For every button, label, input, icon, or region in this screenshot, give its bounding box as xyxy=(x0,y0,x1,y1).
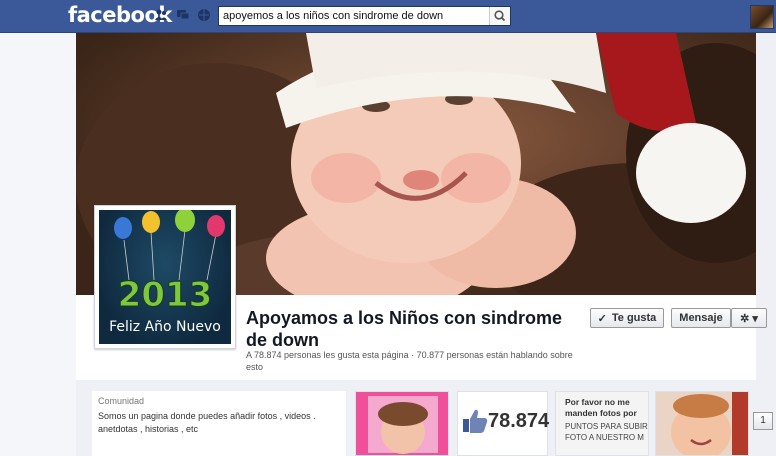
profile-picture[interactable]: 2013 Feliz Año Nuevo xyxy=(94,205,236,349)
friend-requests-icon[interactable] xyxy=(154,8,168,22)
photos-thumbnail xyxy=(356,392,448,455)
notifications-icon[interactable] xyxy=(197,8,211,22)
search-box xyxy=(218,6,511,26)
chevron-down-icon: ▾ xyxy=(752,312,758,325)
about-box: Comunidad Somos un pagina donde puedes a… xyxy=(92,391,346,456)
message-button[interactable]: Mensaje xyxy=(671,308,731,328)
settings-button[interactable]: ✲ ▾ xyxy=(731,308,767,328)
profile-year: 2013 xyxy=(118,275,213,315)
like-button-label: Te gusta xyxy=(611,312,657,324)
search-button[interactable] xyxy=(489,7,510,25)
search-icon xyxy=(494,10,506,22)
like-button[interactable]: ✓ Te gusta xyxy=(590,308,664,328)
likes-count: 78.874 xyxy=(488,410,550,432)
page-title: Apoyamos a los Niños con sindrome de dow… xyxy=(246,308,563,350)
top-bar: facebook xyxy=(0,0,776,33)
promo-title: Por favor no me manden fotos por xyxy=(565,397,637,418)
baby-photo-app[interactable] xyxy=(655,391,749,456)
search-input[interactable] xyxy=(219,7,495,25)
about-category: Comunidad xyxy=(98,396,145,406)
apps-scroll-button[interactable]: 1 xyxy=(753,412,773,430)
left-column xyxy=(0,33,77,456)
message-button-label: Mensaje xyxy=(679,312,723,324)
messages-icon[interactable] xyxy=(176,8,190,22)
gear-icon: ✲ xyxy=(740,312,750,325)
profile-image: 2013 Feliz Año Nuevo xyxy=(99,210,231,344)
photos-app[interactable] xyxy=(355,391,449,456)
profile-caption: Feliz Año Nuevo xyxy=(109,319,221,335)
user-avatar[interactable] xyxy=(750,5,774,29)
thumbs-up-icon xyxy=(463,409,488,433)
baby-thumbnail xyxy=(656,392,748,455)
page-stats: A 78.874 personas les gusta esta página … xyxy=(246,350,573,372)
about-text: Somos un pagina donde puedes añadir foto… xyxy=(98,411,316,434)
check-icon: ✓ xyxy=(597,312,607,325)
right-margin xyxy=(756,33,776,456)
promo-body: PUNTOS PARA SUBIR FOTO A NUESTRO M xyxy=(565,422,648,442)
